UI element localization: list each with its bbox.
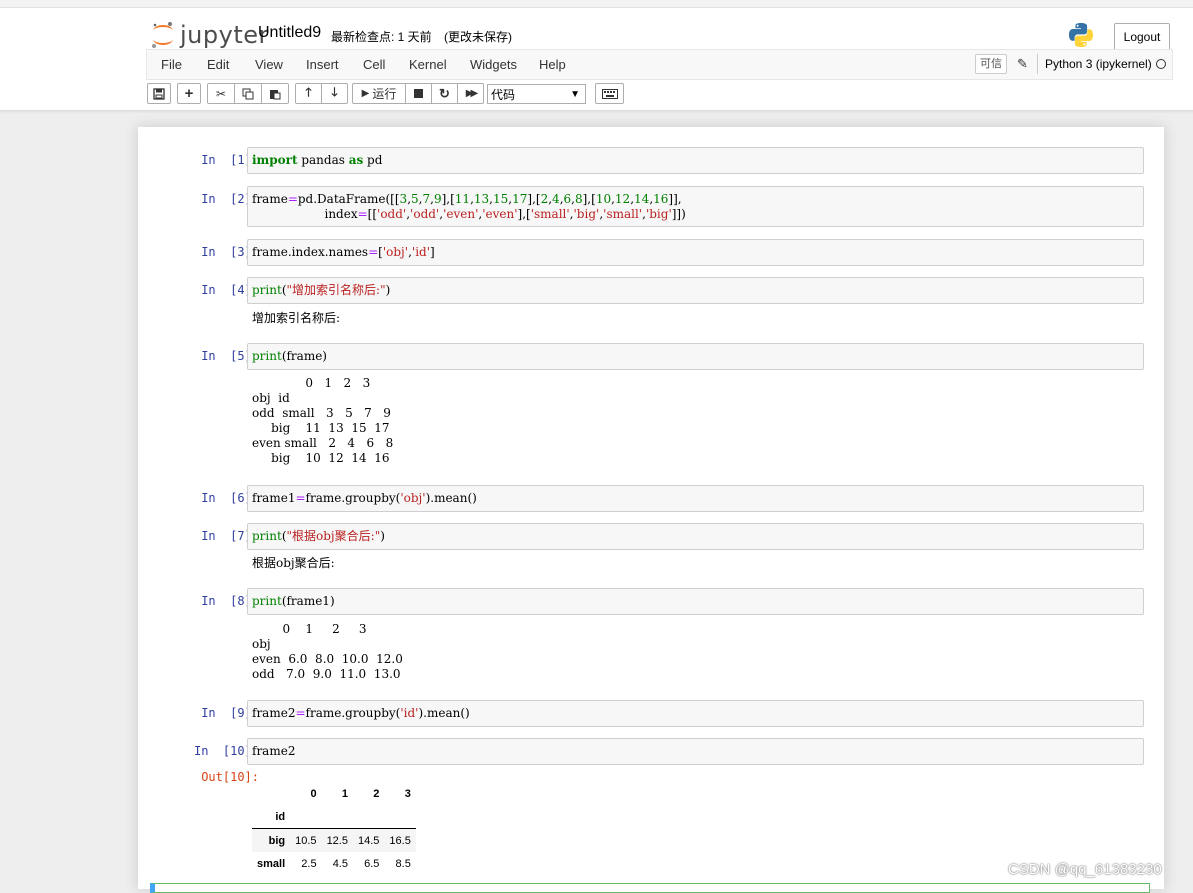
cell-type-value: 代码 (491, 88, 516, 102)
paste-icon (270, 89, 281, 99)
cell-1-input[interactable]: import pandas as pd (247, 147, 1144, 174)
arrow-down-icon: 🡓 (331, 85, 338, 99)
cell-8-input[interactable]: print(frame1) (247, 588, 1144, 615)
insert-cell-button[interactable]: + (177, 83, 201, 104)
menu-widgets[interactable]: Widgets (470, 57, 517, 72)
table-cell: 12.5 (321, 828, 353, 852)
cell-7-output: 根据obj聚合后: (252, 556, 335, 570)
browser-top-strip (0, 0, 1193, 8)
cell-4-input[interactable]: print("增加索引名称后:") (247, 277, 1144, 304)
cell-5-output: 0 1 2 3 obj id odd small 3 5 7 9 big 11 … (252, 376, 394, 465)
fast-forward-icon: ▶▶ (465, 88, 479, 99)
menu-view[interactable]: View (255, 57, 283, 72)
edit-mode-pencil-icon: ✎ (1017, 56, 1028, 71)
cut-button[interactable]: ✂ (207, 83, 235, 104)
cell-8-output: 0 1 2 3 obj even 6.0 8.0 10.0 12.0 odd 7… (252, 622, 403, 681)
cell-7-input[interactable]: print("根据obj聚合后:") (247, 523, 1144, 550)
paste-button[interactable] (261, 83, 289, 104)
command-palette-button[interactable] (595, 83, 624, 104)
selected-empty-cell[interactable] (150, 883, 1150, 893)
cell-10-input[interactable]: frame2 (247, 738, 1144, 765)
checkpoint-status: 最新检查点: 1 天前 (331, 30, 432, 44)
run-label: 运行 (372, 87, 397, 101)
table-cell: 10.5 (290, 828, 322, 852)
cell-4-output: 增加索引名称后: (252, 311, 341, 325)
watermark: CSDN @qq_61383230 (1008, 861, 1162, 878)
cell-10-out-prompt: Out[10]: (201, 770, 259, 784)
trusted-badge[interactable]: 可信 (975, 54, 1007, 74)
row-label: big (252, 828, 291, 852)
stop-icon (414, 89, 423, 98)
menu-edit[interactable]: Edit (207, 57, 229, 72)
logout-button[interactable]: Logout (1114, 23, 1170, 51)
menu-kernel[interactable]: Kernel (409, 57, 447, 72)
kernel-name[interactable]: Python 3 (ipykernel) (1045, 57, 1152, 71)
arrow-up-icon: 🡑 (305, 85, 312, 99)
interrupt-button[interactable] (405, 83, 432, 104)
scissors-icon: ✂ (215, 86, 227, 101)
row-label: small (257, 857, 286, 870)
cell-6-input[interactable]: frame1=frame.groupby('obj').mean() (247, 485, 1144, 512)
table-header-cell: 3 (404, 787, 411, 800)
menu-cell[interactable]: Cell (363, 57, 385, 72)
table-cell: 16.5 (384, 828, 416, 852)
copy-icon (242, 88, 254, 99)
notebook-container: In [1]: import pandas as pd In [2]: fram… (138, 127, 1164, 893)
keyboard-icon (601, 88, 618, 99)
table-cell: 4.5 (332, 857, 348, 870)
python-logo-icon (1069, 23, 1093, 47)
table-index-name-row: id (252, 805, 416, 829)
cell-3-input[interactable]: frame.index.names=['obj','id'] (247, 239, 1144, 266)
table-cell: 14.5 (352, 828, 385, 852)
kernel-idle-indicator-icon (1156, 59, 1166, 69)
plus-icon: + (184, 85, 194, 102)
table-row: big 10.5 12.5 14.5 16.5 (252, 828, 416, 852)
autosave-status: (更改未保存) (444, 30, 512, 44)
notebook-name[interactable]: Untitled9 (258, 24, 321, 42)
menu-help[interactable]: Help (539, 57, 566, 72)
jupyter-icon (152, 22, 173, 48)
restart-run-all-button[interactable]: ▶▶ (457, 83, 484, 104)
copy-button[interactable] (234, 83, 262, 104)
index-name: id (252, 805, 291, 829)
cell-2-input[interactable]: frame=pd.DataFrame([[3,5,7,9],[11,13,15,… (247, 186, 1144, 227)
table-header-cell: 1 (341, 787, 348, 800)
menubar: File Edit View Insert Cell Kernel Widget… (146, 49, 1173, 80)
save-icon (153, 87, 165, 100)
cell-9-input[interactable]: frame2=frame.groupby('id').mean() (247, 700, 1144, 727)
table-cell: 2.5 (301, 857, 317, 870)
jupyter-logo[interactable]: jupyter (150, 20, 269, 50)
restart-icon: ↻ (439, 85, 450, 101)
menu-insert[interactable]: Insert (306, 57, 339, 72)
dataframe-table: 0 1 2 3 id big 10.5 12.5 14.5 16.5 small… (252, 782, 416, 875)
table-header-cell: 0 (310, 787, 317, 800)
chevron-down-icon: ▼ (570, 89, 580, 100)
table-header-row: 0 1 2 3 (252, 782, 416, 805)
table-header-cell (252, 782, 290, 805)
cell-type-select[interactable]: 代码 ▼ (487, 84, 586, 104)
kernel-separator (1037, 54, 1038, 74)
restart-button[interactable]: ↻ (431, 83, 458, 104)
run-button[interactable]: ▶ 运行 (352, 83, 406, 104)
table-header-cell: 2 (373, 787, 380, 800)
table-cell: 8.5 (395, 857, 411, 870)
play-icon: ▶ (361, 88, 370, 99)
move-down-button[interactable]: 🡓 (321, 83, 348, 104)
move-up-button[interactable]: 🡑 (295, 83, 322, 104)
logo-text: jupyter (180, 21, 269, 49)
header-shadow (0, 110, 1193, 114)
save-button[interactable] (147, 83, 171, 104)
table-row: small 2.5 4.5 6.5 8.5 (252, 852, 416, 875)
table-cell: 6.5 (364, 857, 380, 870)
menu-file[interactable]: File (161, 57, 182, 72)
cell-5-input[interactable]: print(frame) (247, 343, 1144, 370)
